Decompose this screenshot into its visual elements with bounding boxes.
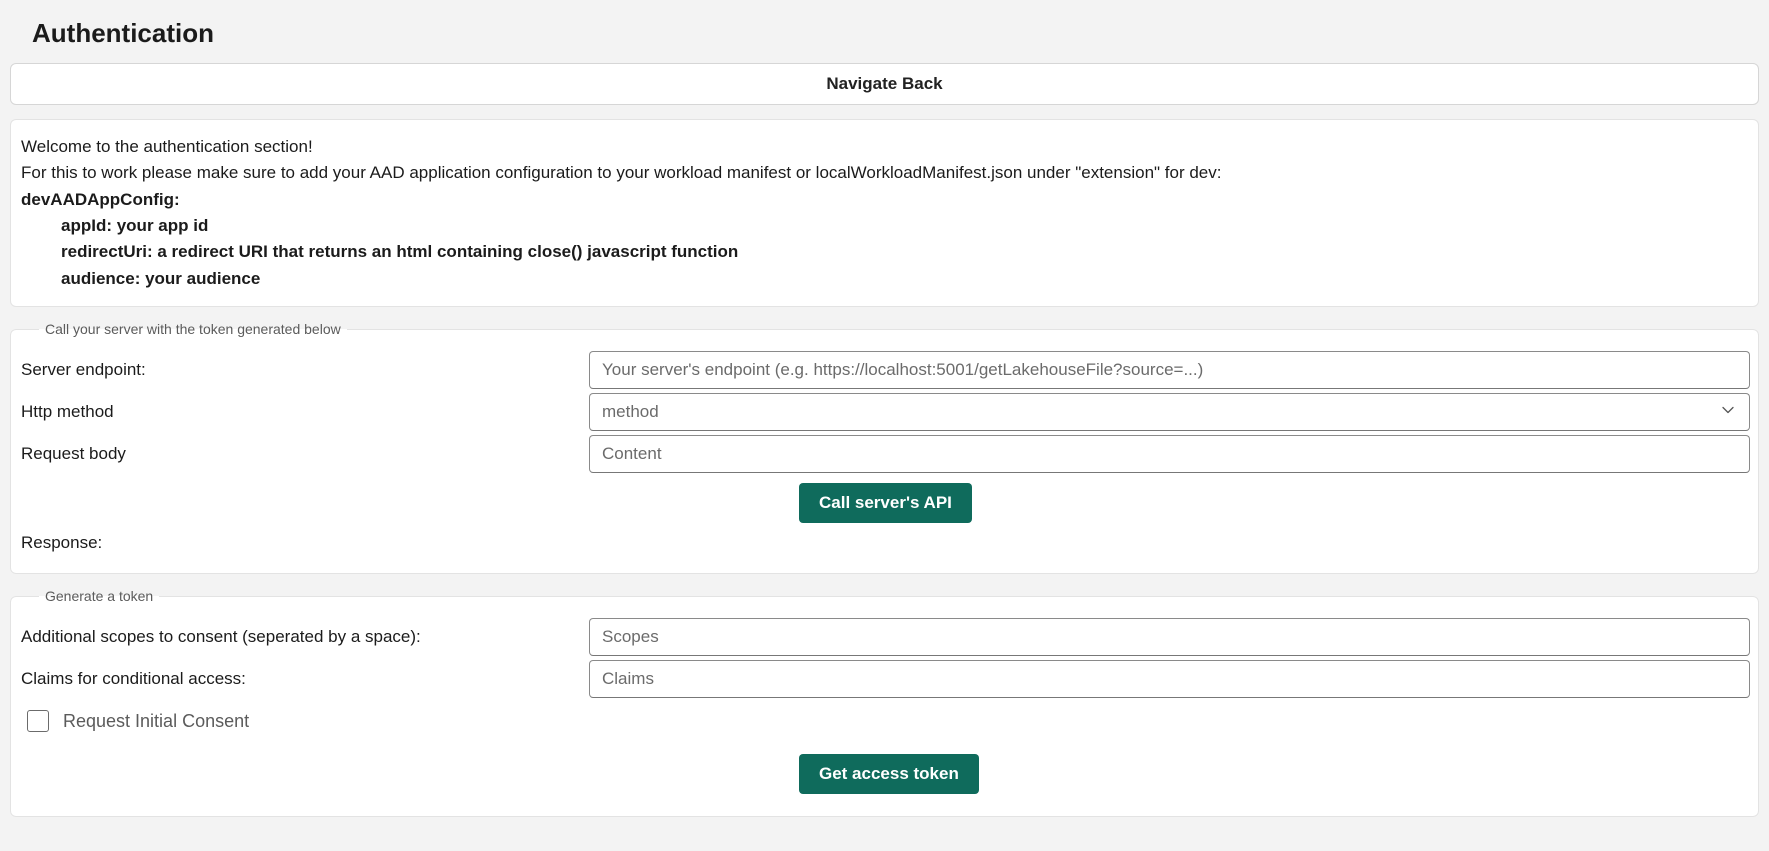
- request-initial-consent-label: Request Initial Consent: [63, 711, 249, 732]
- server-endpoint-input[interactable]: [589, 351, 1750, 389]
- server-call-legend: Call your server with the token generate…: [39, 321, 347, 337]
- server-endpoint-label: Server endpoint:: [19, 360, 579, 380]
- intro-config-appid: appId: your app id: [17, 213, 1752, 239]
- request-body-input[interactable]: [589, 435, 1750, 473]
- intro-panel: Welcome to the authentication section! F…: [10, 119, 1759, 307]
- intro-config-redirect: redirectUri: a redirect URI that returns…: [17, 239, 1752, 265]
- generate-token-group: Generate a token Additional scopes to co…: [10, 588, 1759, 817]
- get-access-token-button[interactable]: Get access token: [799, 754, 979, 794]
- server-call-group: Call your server with the token generate…: [10, 321, 1759, 574]
- http-method-select[interactable]: [589, 393, 1750, 431]
- request-body-label: Request body: [19, 444, 579, 464]
- claims-input[interactable]: [589, 660, 1750, 698]
- intro-config-audience: audience: your audience: [17, 266, 1752, 292]
- navigate-back-button[interactable]: Navigate Back: [10, 63, 1759, 105]
- intro-config-head: devAADAppConfig:: [17, 187, 1752, 213]
- request-initial-consent-checkbox[interactable]: [27, 710, 49, 732]
- generate-token-legend: Generate a token: [39, 588, 159, 604]
- call-server-api-button[interactable]: Call server's API: [799, 483, 972, 523]
- intro-instructions: For this to work please make sure to add…: [17, 160, 1752, 186]
- claims-label: Claims for conditional access:: [19, 669, 579, 689]
- response-label: Response:: [19, 529, 1750, 557]
- http-method-label: Http method: [19, 402, 579, 422]
- scopes-label: Additional scopes to consent (seperated …: [19, 627, 579, 647]
- scopes-input[interactable]: [589, 618, 1750, 656]
- intro-welcome: Welcome to the authentication section!: [17, 134, 1752, 160]
- page-title: Authentication: [0, 0, 1769, 63]
